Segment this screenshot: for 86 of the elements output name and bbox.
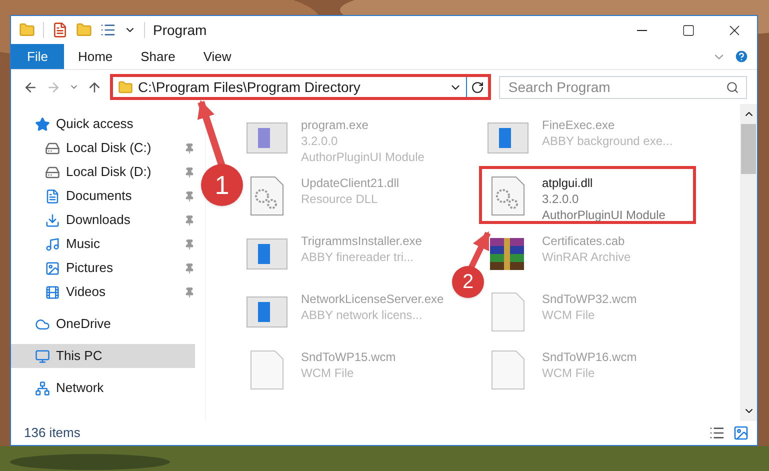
sidebar-item[interactable]: Pictures — [11, 256, 195, 280]
search-field[interactable]: Search Program — [499, 76, 748, 98]
nav-icon — [45, 140, 60, 156]
details-view-icon[interactable] — [709, 425, 725, 441]
back-icon[interactable] — [23, 80, 38, 94]
pin-icon[interactable] — [184, 238, 195, 250]
nav-icon — [45, 212, 60, 228]
nav-icon — [45, 164, 60, 180]
sidebar-item[interactable]: Local Disk (C:) — [11, 136, 195, 160]
list-icon[interactable] — [100, 22, 116, 38]
file-detail: WCM File — [542, 365, 596, 381]
ribbon-tab[interactable]: Home — [64, 44, 127, 69]
file-name: SndToWP16.wcm — [542, 349, 637, 365]
forward-icon[interactable] — [46, 80, 61, 94]
nav-icon — [45, 236, 60, 252]
ribbon-tab[interactable]: View — [189, 44, 246, 69]
file-detail: Resource DLL — [301, 191, 379, 207]
blank-file-icon — [250, 350, 284, 390]
file-name: SndToWP15.wcm — [301, 349, 396, 365]
file-name: Certificates.cab — [542, 233, 626, 249]
pin-icon[interactable] — [184, 190, 195, 202]
sidebar-item[interactable]: Music — [11, 232, 195, 256]
nav-icon — [35, 348, 50, 364]
file-name: program.exe — [301, 117, 370, 133]
sidebar-item[interactable]: Local Disk (D:) — [11, 160, 195, 184]
file-name: UpdateClient21.dll — [301, 175, 400, 191]
sidebar-item[interactable]: Network — [11, 376, 195, 400]
scrollbar[interactable] — [740, 104, 757, 421]
nav-icon — [45, 284, 60, 300]
sidebar-item[interactable]: Quick access — [11, 112, 195, 136]
file-name: NetworkLicenseServer.exe — [301, 291, 444, 307]
blank-file-icon — [491, 292, 525, 332]
pin-icon[interactable] — [184, 142, 195, 154]
sidebar-item[interactable]: Downloads — [11, 208, 195, 232]
gear-file-icon — [491, 176, 525, 216]
help-icon[interactable] — [734, 49, 749, 64]
nav-icon — [35, 380, 50, 396]
pin-icon[interactable] — [184, 262, 195, 274]
address-field[interactable]: C:\Program Files\Program Directory — [110, 74, 492, 100]
app-window-icon — [246, 122, 288, 154]
file-detail: 3.2.0.0 — [542, 191, 580, 207]
nav-icon — [35, 116, 50, 132]
sidebar-item[interactable]: This PC — [11, 344, 195, 368]
sidebar-item[interactable]: Videos — [11, 280, 195, 304]
file-detail: WCM File — [301, 365, 355, 381]
file-detail: AuthorPluginUI Module — [301, 149, 424, 165]
maximize-icon — [682, 24, 694, 36]
app-window-icon — [246, 238, 288, 270]
sidebar-item[interactable]: Documents — [11, 184, 195, 208]
highlighted-file-item[interactable]: atplgui.dll 3.2.0.0 AuthorPluginUI Module — [479, 166, 696, 224]
item-count: 136 items — [24, 424, 80, 442]
file-name: atplgui.dll — [542, 175, 594, 191]
file-name: SndToWP32.wcm — [542, 291, 637, 307]
gear-file-icon — [250, 176, 284, 216]
file-detail: 3.2.0.0 — [301, 133, 339, 149]
nav-icon — [45, 260, 60, 276]
file-name: FineExec.exe — [542, 117, 616, 133]
new-folder-icon[interactable] — [76, 22, 92, 38]
app-window-icon — [487, 122, 529, 154]
refresh-icon[interactable] — [471, 80, 484, 94]
file-detail: ABBY background exe... — [542, 133, 673, 149]
search-icon — [726, 80, 740, 94]
file-detail: ABBY network licens... — [301, 307, 424, 323]
pin-icon[interactable] — [184, 214, 195, 226]
blank-file-icon — [491, 350, 525, 390]
window-title: Program — [153, 20, 207, 40]
folder-icon — [118, 80, 133, 94]
file-detail: WCM File — [542, 307, 596, 323]
ribbon-tab[interactable]: File — [11, 44, 64, 69]
properties-icon[interactable] — [52, 22, 68, 38]
tiles-view-icon[interactable] — [733, 425, 749, 441]
pin-icon[interactable] — [184, 286, 195, 298]
address-path: C:\Program Files\Program Directory — [138, 78, 362, 97]
pin-icon[interactable] — [184, 166, 195, 178]
nav-icon — [35, 316, 50, 332]
ribbon-tab[interactable]: Share — [126, 44, 190, 69]
up-icon[interactable] — [86, 80, 102, 94]
scroll-thumb[interactable] — [741, 124, 756, 174]
file-detail: AuthorPluginUI Module — [542, 207, 666, 223]
folder-icon[interactable] — [19, 22, 35, 38]
file-name: TrigrammsInstaller.exe — [301, 233, 422, 249]
file-detail: ABBY finereader tri... — [301, 249, 414, 265]
file-detail: WinRAR Archive — [542, 249, 631, 265]
app-window-icon — [246, 296, 288, 328]
sidebar-item[interactable]: OneDrive — [11, 312, 195, 336]
nav-icon — [45, 188, 60, 204]
